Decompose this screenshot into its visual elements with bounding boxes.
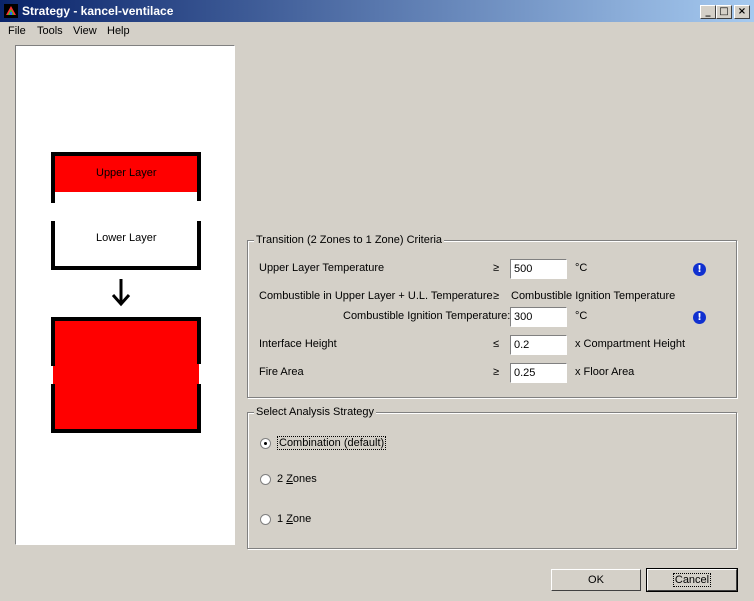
- radio-selected-dot: [264, 442, 267, 445]
- radio-1-zone[interactable]: [260, 514, 271, 525]
- strategy-group-legend: Select Analysis Strategy: [254, 406, 377, 418]
- radio-combination-text: Combination (default): [277, 436, 387, 450]
- radio-2-zones-text-key: Z: [286, 473, 293, 485]
- menu-view[interactable]: View: [73, 25, 97, 37]
- combustible-rhs: Combustible Ignition Temperature: [511, 290, 676, 302]
- ok-button[interactable]: OK: [551, 569, 641, 591]
- radio-1-zone-text-pre: 1: [277, 513, 287, 525]
- interface-height-unit: x Compartment Height: [575, 338, 686, 350]
- upper-temp-label: Upper Layer Temperature: [259, 262, 385, 274]
- lower-layer-label: Lower Layer: [96, 232, 157, 244]
- minimize-button[interactable]: _: [700, 5, 716, 19]
- radio-combination[interactable]: [260, 438, 271, 449]
- close-button[interactable]: ×: [734, 5, 750, 19]
- zone-preview-panel: Upper Layer Lower Layer: [15, 45, 235, 545]
- cancel-button-text: Cancel: [672, 573, 712, 587]
- radio-2-zones-text-pre: 2: [277, 473, 287, 485]
- interface-height-operator: ≤: [493, 338, 500, 350]
- fire-area-unit: x Floor Area: [575, 366, 635, 378]
- fire-area-operator: ≥: [493, 366, 500, 378]
- ignition-temp-unit: °C: [575, 310, 588, 322]
- lower-compartment-wall: [51, 221, 201, 270]
- radio-1-zone-text-key: Z: [286, 513, 293, 525]
- strategy-group: [247, 412, 737, 549]
- upper-temp-operator: ≥: [493, 262, 500, 274]
- window-title: Strategy - kancel-ventilace: [22, 4, 174, 18]
- criteria-group-legend: Transition (2 Zones to 1 Zone) Criteria: [254, 234, 445, 246]
- fire-area-input[interactable]: [510, 363, 567, 383]
- cancel-button[interactable]: Cancel: [646, 568, 738, 592]
- menu-file[interactable]: File: [8, 25, 26, 37]
- combustible-operator: ≥: [493, 290, 500, 302]
- upper-temp-input[interactable]: [510, 259, 567, 279]
- one-zone-fill: [53, 319, 199, 431]
- upper-layer-label: Upper Layer: [96, 167, 157, 179]
- menu-tools[interactable]: Tools: [37, 25, 63, 37]
- maximize-button[interactable]: □: [716, 5, 732, 19]
- upper-temp-info-icon[interactable]: !: [693, 263, 706, 276]
- interface-height-label: Interface Height: [259, 338, 337, 350]
- radio-2-zones-label[interactable]: 2 Zones: [277, 473, 317, 485]
- ignition-temp-label: Combustible Ignition Temperature:: [343, 310, 511, 322]
- radio-2-zones-text-post: ones: [292, 473, 317, 485]
- radio-combination-label[interactable]: Combination (default): [277, 436, 387, 450]
- menu-bar: File Tools View Help: [0, 22, 754, 40]
- ignition-temp-info-icon[interactable]: !: [693, 311, 706, 324]
- combustible-label: Combustible in Upper Layer + U.L. Temper…: [259, 290, 493, 302]
- menu-help[interactable]: Help: [107, 25, 130, 37]
- app-icon: [4, 4, 18, 18]
- radio-2-zones[interactable]: [260, 474, 271, 485]
- upper-temp-unit: °C: [575, 262, 588, 274]
- title-bar[interactable]: Strategy - kancel-ventilace _ □ ×: [0, 0, 754, 22]
- interface-height-input[interactable]: [510, 335, 567, 355]
- radio-1-zone-label[interactable]: 1 Zone: [277, 513, 311, 525]
- zone-diagram: [51, 152, 201, 433]
- fire-area-label: Fire Area: [259, 366, 304, 378]
- radio-1-zone-text-post: one: [292, 513, 312, 525]
- ignition-temp-input[interactable]: [510, 307, 567, 327]
